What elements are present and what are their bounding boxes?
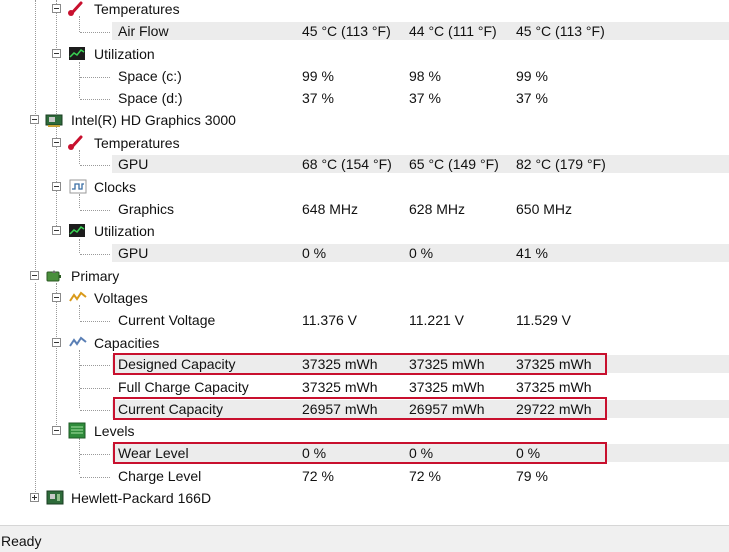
tree-node-battery-primary[interactable]: Primary: [0, 265, 729, 287]
graphics-card-icon: [45, 114, 63, 127]
sensor-row-charge-level[interactable]: Charge Level 72 % 72 % 79 %: [0, 465, 729, 487]
collapse-toggle[interactable]: [30, 271, 39, 280]
value-current: 0 %: [302, 245, 327, 261]
value-current: 37 %: [302, 90, 334, 106]
highlight-current-capacity: [113, 397, 607, 420]
collapse-toggle[interactable]: [52, 4, 61, 13]
tree-node-gpu-utilization[interactable]: Utilization: [0, 220, 729, 242]
sensor-label: Space (d:): [118, 90, 183, 106]
node-label: Utilization: [94, 223, 155, 239]
battery-icon: [46, 270, 61, 282]
value-min: 11.221 V: [409, 312, 465, 328]
capacity-icon: [69, 336, 87, 347]
node-label: Hewlett-Packard 166D: [71, 490, 212, 506]
value-max: 99 %: [516, 68, 548, 84]
thermometer-icon: [68, 135, 83, 150]
value-current: 45 °C (113 °F): [302, 23, 391, 39]
value-current: 648 MHz: [302, 201, 359, 217]
value-min: 37325 mWh: [409, 379, 485, 395]
tree-node-utilization[interactable]: Utilization: [0, 43, 729, 65]
node-label: Temperatures: [94, 1, 180, 17]
value-max: 45 °C (113 °F): [516, 23, 605, 39]
collapse-toggle[interactable]: [52, 338, 61, 347]
utilization-graph-icon: [69, 224, 85, 237]
value-current: 68 °C (154 °F): [302, 156, 392, 172]
tree-node-levels[interactable]: Levels: [0, 420, 729, 442]
sensor-row-space-d[interactable]: Space (d:) 37 % 37 % 37 %: [0, 87, 729, 109]
tree-node-voltages[interactable]: Voltages: [0, 287, 729, 309]
thermometer-icon: [68, 1, 83, 16]
sensor-label: Full Charge Capacity: [118, 379, 249, 395]
node-label: Voltages: [94, 290, 148, 306]
value-max: 37 %: [516, 90, 548, 106]
value-min: 44 °C (111 °F): [409, 23, 497, 39]
value-min: 98 %: [409, 68, 441, 84]
value-min: 72 %: [409, 468, 441, 484]
levels-icon: [68, 422, 86, 439]
value-current: 11.376 V: [302, 312, 358, 328]
value-min: 65 °C (149 °F): [409, 156, 499, 172]
clock-wave-icon: [69, 179, 87, 194]
sensor-row-gpu-util[interactable]: GPU 0 % 0 % 41 %: [0, 242, 729, 264]
collapse-toggle[interactable]: [30, 115, 39, 124]
value-max: 37325 mWh: [516, 379, 592, 395]
node-label: Utilization: [94, 46, 155, 62]
node-label: Primary: [71, 268, 120, 284]
sensor-row-full-charge-capacity[interactable]: Full Charge Capacity 37325 mWh 37325 mWh…: [0, 376, 729, 398]
node-label: Intel(R) HD Graphics 3000: [71, 112, 236, 128]
collapse-toggle[interactable]: [52, 426, 61, 435]
sensor-row-space-c[interactable]: Space (c:) 99 % 98 % 99 %: [0, 65, 729, 87]
tree-node-motherboard[interactable]: Hewlett-Packard 166D: [0, 487, 729, 509]
sensor-row-gpu-temp[interactable]: GPU 68 °C (154 °F) 65 °C (149 °F) 82 °C …: [0, 153, 729, 175]
utilization-graph-icon: [69, 47, 85, 60]
motherboard-icon: [46, 490, 64, 505]
value-max: 650 MHz: [516, 201, 573, 217]
tree-node-temperatures[interactable]: Temperatures: [0, 0, 729, 20]
tree-node-gpu-device[interactable]: Intel(R) HD Graphics 3000: [0, 109, 729, 131]
sensor-label: Graphics: [118, 201, 175, 217]
value-current: 99 %: [302, 68, 334, 84]
value-min: 37 %: [409, 90, 441, 106]
sensor-row-current-voltage[interactable]: Current Voltage 11.376 V 11.221 V 11.529…: [0, 309, 729, 331]
collapse-toggle[interactable]: [52, 182, 61, 191]
sensor-label: Air Flow: [118, 23, 169, 39]
sensor-label: Charge Level: [118, 468, 202, 484]
sensor-row-graphics-clock[interactable]: Graphics 648 MHz 628 MHz 650 MHz: [0, 198, 729, 220]
node-label: Temperatures: [94, 135, 180, 151]
highlight-wear-level: [113, 442, 607, 464]
value-min: 628 MHz: [409, 201, 466, 217]
collapse-toggle[interactable]: [52, 293, 61, 302]
value-max: 79 %: [516, 468, 548, 484]
node-label: Clocks: [94, 179, 137, 195]
value-max: 41 %: [516, 245, 548, 261]
node-label: Capacities: [94, 335, 160, 351]
highlight-designed-capacity: [113, 353, 607, 375]
tree-node-gpu-temperatures[interactable]: Temperatures: [0, 132, 729, 154]
sensor-label: Current Voltage: [118, 312, 216, 328]
value-max: 82 °C (179 °F): [516, 156, 606, 172]
sensor-label: GPU: [118, 245, 149, 261]
voltage-icon: [69, 291, 87, 302]
collapse-toggle[interactable]: [52, 138, 61, 147]
expand-toggle[interactable]: [30, 493, 39, 502]
collapse-toggle[interactable]: [52, 226, 61, 235]
collapse-toggle[interactable]: [52, 49, 61, 58]
tree-node-clocks[interactable]: Clocks: [0, 176, 729, 198]
sensor-label: Space (c:): [118, 68, 182, 84]
value-current: 72 %: [302, 468, 334, 484]
value-min: 0 %: [409, 245, 434, 261]
value-max: 11.529 V: [516, 312, 572, 328]
sensor-tree[interactable]: Temperatures Air Flow 45 °C (113 °F) 44 …: [0, 0, 729, 525]
value-current: 37325 mWh: [302, 379, 378, 395]
status-text: Ready: [1, 533, 42, 549]
status-bar: Ready: [0, 525, 729, 552]
sensor-row-airflow[interactable]: Air Flow 45 °C (113 °F) 44 °C (111 °F) 4…: [0, 20, 729, 42]
tree-node-capacities[interactable]: Capacities: [0, 332, 729, 354]
node-label: Levels: [94, 423, 135, 439]
sensor-label: GPU: [118, 156, 149, 172]
